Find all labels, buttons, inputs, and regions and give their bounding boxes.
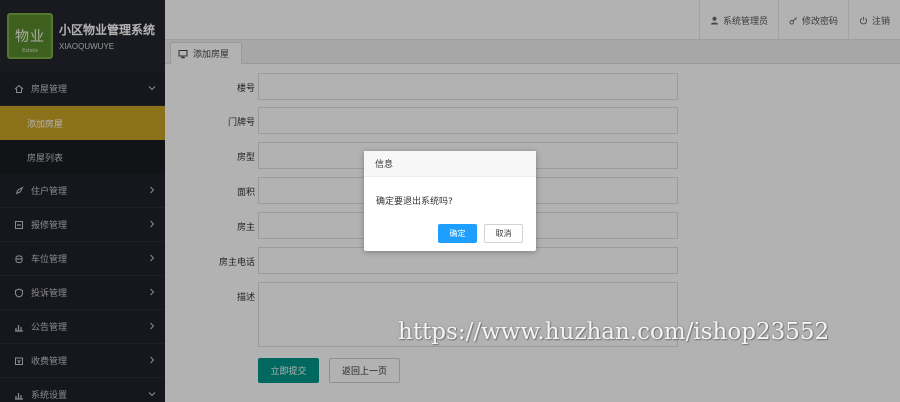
confirm-button[interactable]: 确定 [438,224,477,243]
dialog-title: 信息 [364,151,536,177]
cancel-button[interactable]: 取消 [484,224,523,243]
confirm-dialog: 信息 确定要退出系统吗? 确定 取消 [364,151,536,251]
dialog-message: 确定要退出系统吗? [376,197,453,207]
watermark: https://www.huzhan.com/ishop23552 [398,319,830,345]
dialog-buttons: 确定 取消 [431,224,523,243]
